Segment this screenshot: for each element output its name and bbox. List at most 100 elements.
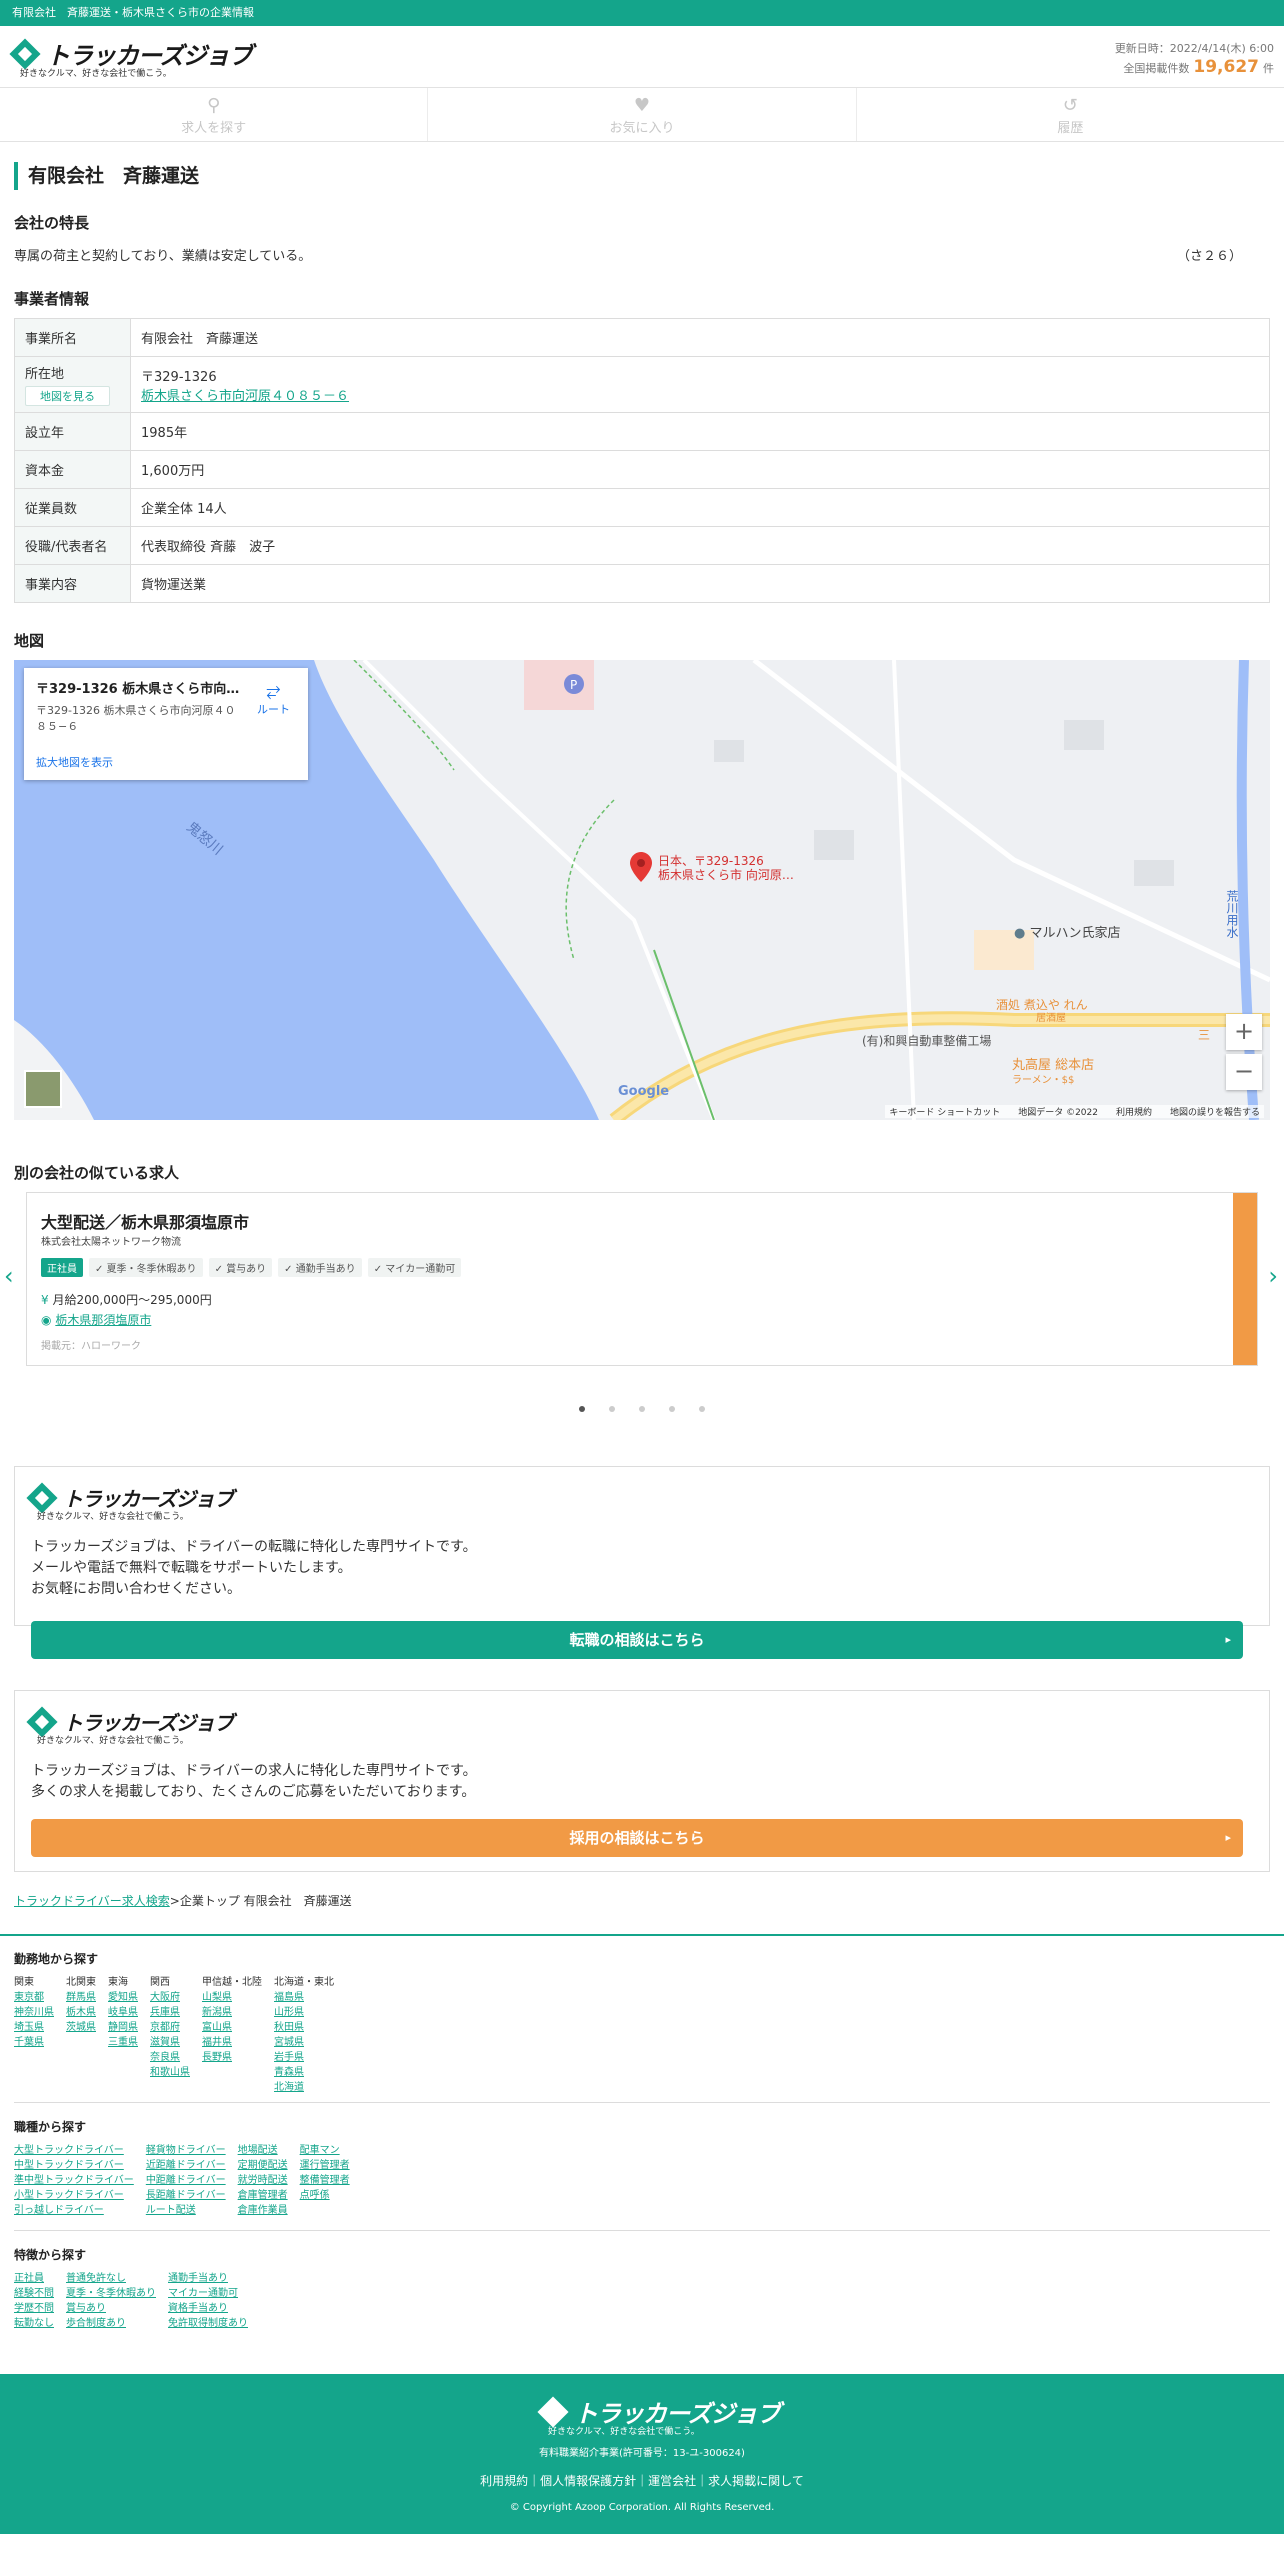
nav-history[interactable]: ↺ 履歴	[855, 88, 1284, 141]
recruit-consult-button[interactable]: 採用の相談はこちら	[31, 1819, 1243, 1857]
footer-logo[interactable]: トラッカーズジョブ 好きなクルマ、好きな会社で働こう。	[537, 2394, 781, 2437]
breadcrumb-home-link[interactable]: トラックドライバー求人検索	[14, 1894, 170, 1908]
prefecture-link[interactable]: 京都府	[150, 2020, 190, 2035]
job-type-link[interactable]: 整備管理者	[300, 2173, 350, 2188]
location-pin-icon[interactable]	[630, 852, 652, 882]
job-type-link[interactable]: 小型トラックドライバー	[14, 2188, 134, 2203]
view-map-button[interactable]: 地図を見る	[25, 386, 110, 406]
similar-job-card[interactable]: 大型配送／栃木県那須塩原市 株式会社太陽ネットワーク物流 正社員 ✓ 夏季・冬季休…	[26, 1192, 1258, 1366]
prefecture-link[interactable]: 福島県	[274, 1990, 334, 2005]
prefecture-link[interactable]: 青森県	[274, 2065, 334, 2080]
feature-section: 専属の荷主と契約しており、業績は安定している。 （さ２６）	[14, 245, 1270, 264]
prefecture-link[interactable]: 大阪府	[150, 1990, 190, 2005]
job-type-link[interactable]: 近距離ドライバー	[146, 2158, 226, 2173]
job-type-link[interactable]: 地場配送	[238, 2143, 288, 2158]
prefecture-link[interactable]: 富山県	[202, 2020, 262, 2035]
dot[interactable]	[579, 1406, 585, 1412]
feature-link[interactable]: 学歴不問	[14, 2301, 54, 2316]
nav-favorites[interactable]: ♥ お気に入り	[427, 88, 855, 141]
feature-link[interactable]: 歩合制度あり	[66, 2316, 156, 2331]
feature-link[interactable]: 経験不問	[14, 2286, 54, 2301]
prefecture-link[interactable]: 栃木県	[66, 2005, 96, 2020]
feature-link[interactable]: 普通免許なし	[66, 2271, 156, 2286]
feature-link[interactable]: 夏季・冬季休暇あり	[66, 2286, 156, 2301]
job-salary: ¥ 月給200,000円～295,000円	[41, 1291, 212, 1308]
job-type-link[interactable]: 大型トラックドライバー	[14, 2143, 134, 2158]
route-button[interactable]: ⥂ ルート	[257, 680, 290, 717]
career-consult-button[interactable]: 転職の相談はこちら	[31, 1621, 1243, 1659]
job-type-link[interactable]: 準中型トラックドライバー	[14, 2173, 134, 2188]
dot[interactable]	[609, 1406, 615, 1412]
location-link[interactable]: 栃木県那須塩原市	[55, 1313, 151, 1327]
job-type-link[interactable]: 長距離ドライバー	[146, 2188, 226, 2203]
prefecture-link[interactable]: 山梨県	[202, 1990, 262, 2005]
nav-search[interactable]: ⚲ 求人を探す	[0, 88, 427, 141]
row-value: 有限会社 斉藤運送	[130, 318, 1270, 357]
prefecture-link[interactable]: 神奈川県	[14, 2005, 54, 2020]
enlarge-map-link[interactable]: 拡大地図を表示	[36, 754, 113, 770]
prefecture-link[interactable]: 長野県	[202, 2050, 262, 2065]
feature-link[interactable]: 賞与あり	[66, 2301, 156, 2316]
job-type-link[interactable]: 運行管理者	[300, 2158, 350, 2173]
prefecture-link[interactable]: 秋田県	[274, 2020, 334, 2035]
feature-link[interactable]: 転勤なし	[14, 2316, 54, 2331]
job-type-link[interactable]: 就労時配送	[238, 2173, 288, 2188]
prefecture-link[interactable]: 三重県	[108, 2035, 138, 2050]
footer-links[interactable]: 利用規約｜個人情報保護方針｜運営会社｜求人掲載に関して	[0, 2472, 1284, 2489]
job-type-link[interactable]: 中距離ドライバー	[146, 2173, 226, 2188]
prefecture-link[interactable]: 山形県	[274, 2005, 334, 2020]
prefecture-link[interactable]: 岩手県	[274, 2050, 334, 2065]
prefecture-link[interactable]: 岐阜県	[108, 2005, 138, 2020]
area-column: 関西 大阪府 兵庫県 京都府 滋賀県 奈良県 和歌山県	[150, 1975, 190, 2095]
search-icon: ⚲	[207, 95, 221, 116]
prefecture-link[interactable]: 東京都	[14, 1990, 54, 2005]
address-link[interactable]: 栃木県さくら市向河原４０８５－６	[141, 389, 349, 404]
prefecture-link[interactable]: 宮城県	[274, 2035, 334, 2050]
prefecture-link[interactable]: 愛知県	[108, 1990, 138, 2005]
feature-link[interactable]: 免許取得制度あり	[168, 2316, 248, 2331]
job-type-link[interactable]: 中型トラックドライバー	[14, 2158, 134, 2173]
prefecture-link[interactable]: 茨城県	[66, 2020, 96, 2035]
job-type-link[interactable]: 倉庫管理者	[238, 2188, 288, 2203]
google-map[interactable]: P 鬼怒川 日本、〒329-1326 栃木県さくら市 向河原… ● マルハン氏家店…	[14, 660, 1270, 1120]
feature-link[interactable]: 正社員	[14, 2271, 54, 2286]
prefecture-link[interactable]: 静岡県	[108, 2020, 138, 2035]
job-type-link[interactable]: 定期便配送	[238, 2158, 288, 2173]
area-column: 北関東 群馬県 栃木県 茨城県	[66, 1975, 96, 2095]
poi-label: (有)和興自動車整備工場	[862, 1034, 992, 1048]
carousel-prev-icon[interactable]: ‹	[4, 1262, 14, 1290]
job-type-link[interactable]: 引っ越しドライバー	[14, 2203, 134, 2218]
prefecture-link[interactable]: 奈良県	[150, 2050, 190, 2065]
feature-link[interactable]: 通勤手当あり	[168, 2271, 248, 2286]
job-type-link[interactable]: ルート配送	[146, 2203, 226, 2218]
job-type-link[interactable]: 点呼係	[300, 2188, 350, 2203]
map-attribution[interactable]: キーボード ショートカット 地図データ ©2022 利用規約 地図の誤りを報告す…	[885, 1105, 1264, 1118]
nav-history-label: 履歴	[1057, 121, 1084, 136]
job-location: ◉ 栃木県那須塩原市	[41, 1311, 151, 1328]
prefecture-link[interactable]: 福井県	[202, 2035, 262, 2050]
satellite-toggle[interactable]	[24, 1070, 62, 1108]
feature-link[interactable]: 資格手当あり	[168, 2301, 248, 2316]
yen-icon: ¥	[41, 1293, 49, 1307]
topbar-text: 有限会社 斉藤運送・栃木県さくら市の企業情報	[12, 6, 254, 19]
prefecture-link[interactable]: 千葉県	[14, 2035, 54, 2050]
dot[interactable]	[639, 1406, 645, 1412]
logo-mark-icon	[9, 37, 41, 70]
prefecture-link[interactable]: 滋賀県	[150, 2035, 190, 2050]
job-type-link[interactable]: 軽貨物ドライバー	[146, 2143, 226, 2158]
feature-link[interactable]: マイカー通勤可	[168, 2286, 248, 2301]
prefecture-link[interactable]: 北海道	[274, 2080, 334, 2095]
dot[interactable]	[669, 1406, 675, 1412]
prefecture-link[interactable]: 埼玉県	[14, 2020, 54, 2035]
job-type-link[interactable]: 倉庫作業員	[238, 2203, 288, 2218]
zoom-in-button[interactable]: +	[1226, 1014, 1262, 1050]
prefecture-link[interactable]: 新潟県	[202, 2005, 262, 2020]
zoom-out-button[interactable]: −	[1226, 1054, 1262, 1090]
site-logo[interactable]: トラッカーズジョブ 好きなクルマ、好きな会社で働こう。	[9, 36, 253, 79]
prefecture-link[interactable]: 群馬県	[66, 1990, 96, 2005]
carousel-next-icon[interactable]: ›	[1268, 1262, 1278, 1290]
prefecture-link[interactable]: 兵庫県	[150, 2005, 190, 2020]
dot[interactable]	[699, 1406, 705, 1412]
job-type-link[interactable]: 配車マン	[300, 2143, 350, 2158]
prefecture-link[interactable]: 和歌山県	[150, 2065, 190, 2080]
